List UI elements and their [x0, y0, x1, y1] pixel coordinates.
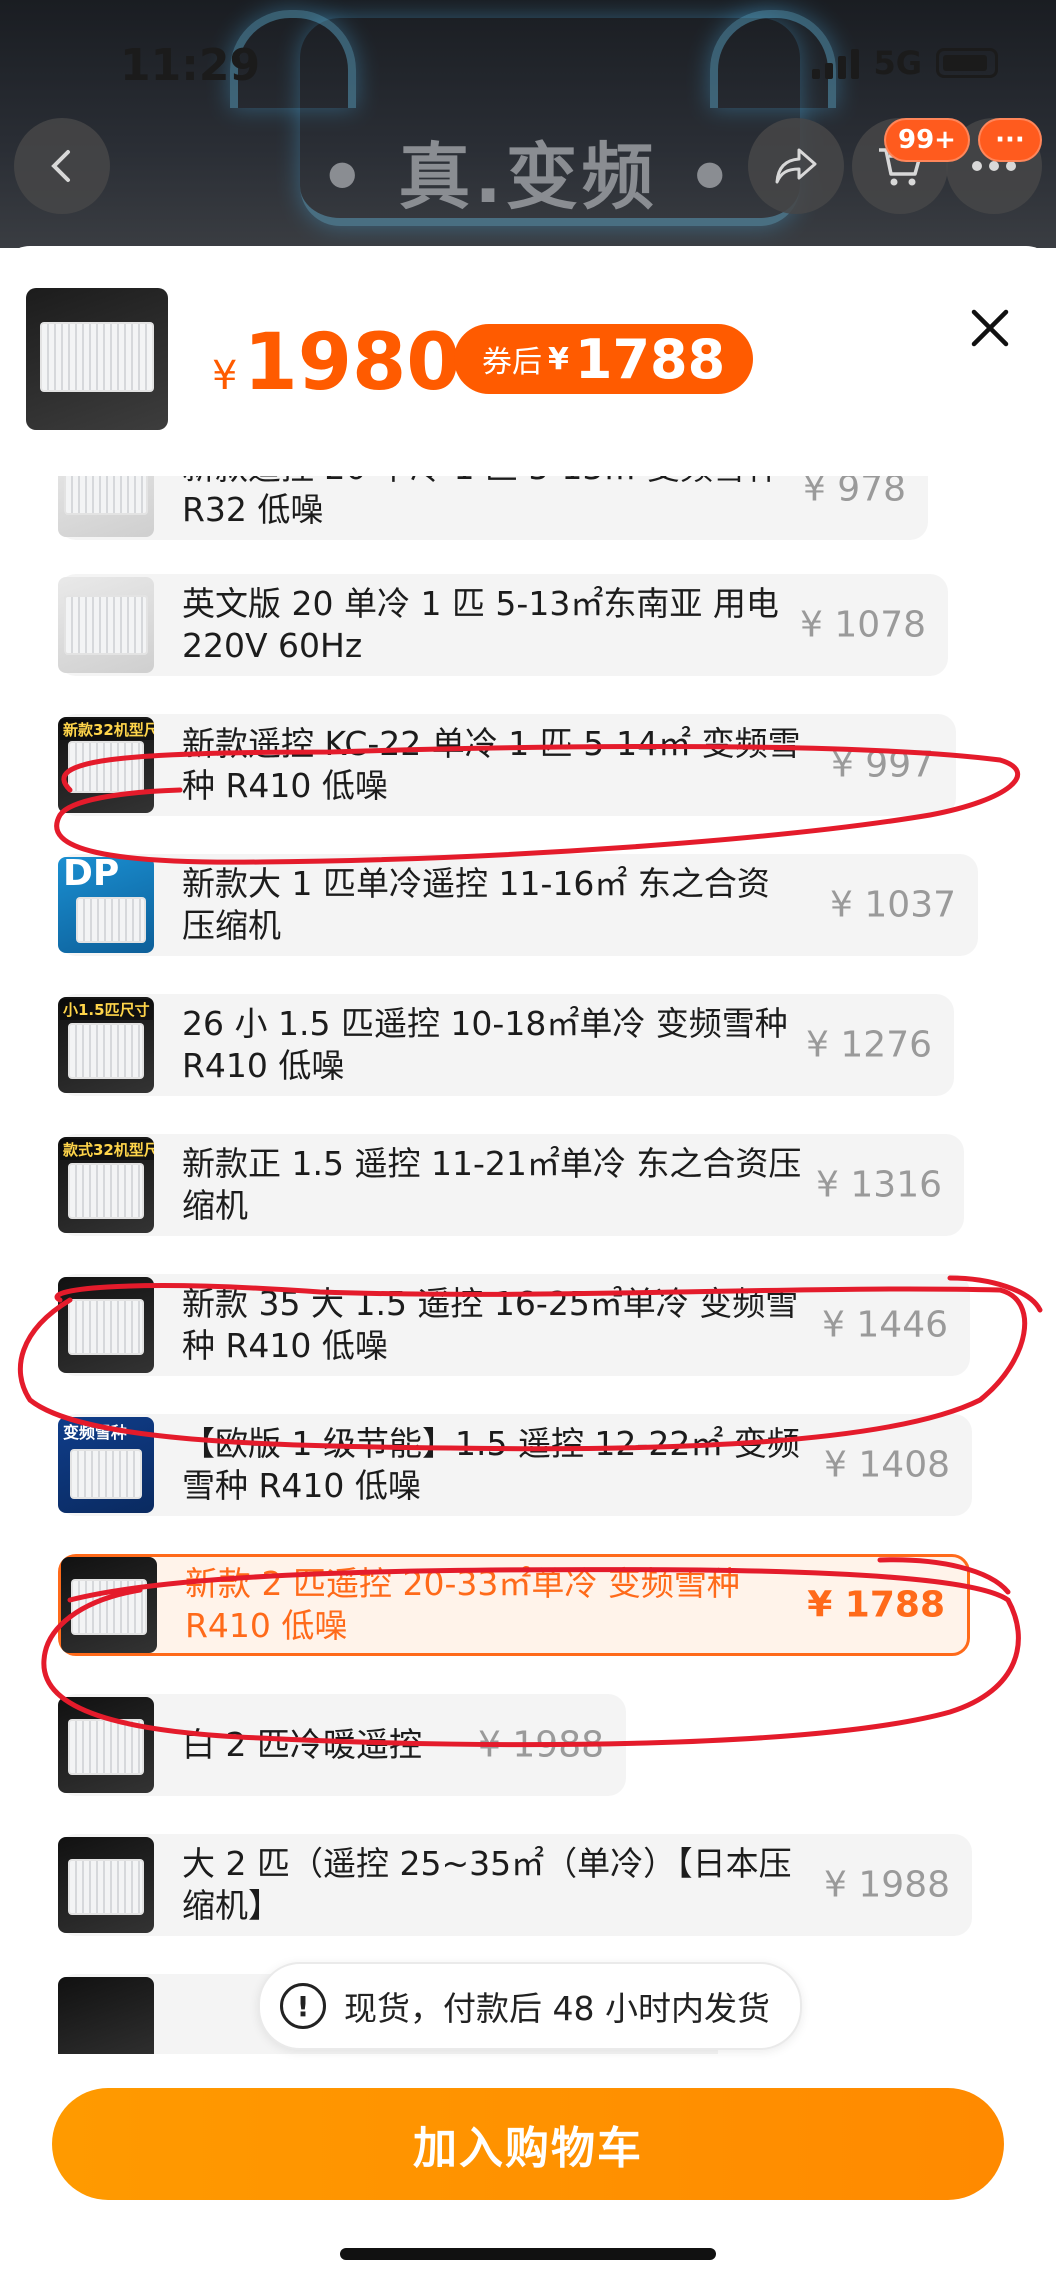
cart-badge: 99+ [884, 118, 970, 162]
sku-price: ¥ 1408 [824, 1444, 950, 1486]
sku-option[interactable]: 新款32机型尺寸 新款遥控 KC-22 单冷 1 匹 5-14㎡ 变频雪种 R4… [58, 714, 956, 816]
sku-option[interactable]: 新款 35 大 1.5 遥控 16-25㎡单冷 变频雪种 R410 低噪 ¥ 1… [58, 1274, 970, 1376]
sku-price: ¥ 1276 [806, 1024, 932, 1066]
sku-thumbnail: DP [58, 857, 154, 953]
sku-price: ¥ 1788 [807, 1584, 945, 1626]
product-hero-header: • 真.变频 • 11:29 5G 99+ ··· [0, 0, 1056, 248]
sku-price: ¥ 978 [802, 476, 906, 510]
status-indicators: 5G [812, 44, 998, 82]
sku-name: 白 2 匹冷暖遥控 [182, 1725, 422, 1764]
coupon-price-badge: 券后 ¥ 1788 [454, 324, 754, 394]
close-button[interactable] [960, 298, 1020, 358]
sku-thumbnail [58, 1977, 154, 2054]
sku-name: 新款 35 大 1.5 遥控 16-25㎡单冷 变频雪种 R410 低噪 [182, 1284, 799, 1365]
battery-icon [936, 48, 998, 78]
sku-name: 【欧版 1 级节能】1.5 遥控 12-22㎡ 变频雪种 R410 低噪 [182, 1424, 800, 1505]
sku-option[interactable]: DP 新款大 1 匹单冷遥控 11-16㎡ 东之合资压缩机 ¥ 1037 [58, 854, 978, 956]
signal-icon [812, 47, 860, 79]
sku-name: 新款正 1.5 遥控 11-21㎡单冷 东之合资压缩机 [182, 1144, 802, 1225]
sku-option[interactable]: 英文版 20 单冷 1 匹 5-13㎡东南亚 用电 220V 60Hz ¥ 10… [58, 574, 948, 676]
sku-option-selected[interactable]: 新款 2 匹遥控 20-33㎡单冷 变频雪种 R410 低噪 ¥ 1788 [58, 1554, 970, 1656]
sku-thumbnail: 款式32机型尺寸 [58, 1137, 154, 1233]
sku-thumbnail [58, 1697, 154, 1793]
sku-price: ¥ 997 [830, 744, 934, 786]
sku-thumbnail: 变频雪种 [58, 1417, 154, 1513]
sku-thumbnail [58, 476, 154, 537]
shipping-toast: ! 现货，付款后 48 小时内发货 [258, 1962, 802, 2050]
sku-option[interactable]: 变频雪种 【欧版 1 级节能】1.5 遥控 12-22㎡ 变频雪种 R410 低… [58, 1414, 972, 1516]
product-price: ¥ 1980 [212, 318, 461, 408]
coupon-price: 1788 [574, 327, 726, 391]
share-button[interactable] [748, 118, 844, 214]
sku-thumbnail [58, 577, 154, 673]
sku-price: ¥ 1988 [824, 1864, 950, 1906]
status-time: 11:29 [120, 40, 261, 91]
sku-name: 新款遥控 20 单冷 1 匹 5-13㎡ 变频雪种 R32 低噪 [182, 476, 779, 529]
sku-price: ¥ 1988 [478, 1724, 604, 1766]
price-currency: ¥ [212, 353, 238, 399]
toast-text: 现货，付款后 48 小时内发货 [344, 1989, 770, 2028]
sku-option-list[interactable]: 新款遥控 20 单冷 1 匹 5-13㎡ 变频雪种 R32 低噪 ¥ 978 英… [0, 476, 1056, 2054]
sku-name: 英文版 20 单冷 1 匹 5-13㎡东南亚 用电 220V 60Hz [182, 584, 779, 665]
sku-name: 新款 2 匹遥控 20-33㎡单冷 变频雪种 R410 低噪 [185, 1564, 740, 1645]
sku-thumbnail [61, 1557, 157, 1653]
more-badge: ··· [978, 118, 1042, 162]
product-thumbnail[interactable] [26, 288, 168, 430]
network-type: 5G [873, 44, 922, 82]
sku-option[interactable]: 款式32机型尺寸 新款正 1.5 遥控 11-21㎡单冷 东之合资压缩机 ¥ 1… [58, 1134, 964, 1236]
sku-option[interactable]: 新款遥控 20 单冷 1 匹 5-13㎡ 变频雪种 R32 低噪 ¥ 978 [58, 476, 928, 540]
add-to-cart-button[interactable]: 加入购物车 [52, 2088, 1004, 2200]
sku-thumbnail [58, 1277, 154, 1373]
sku-price: ¥ 1037 [830, 884, 956, 926]
sku-price: ¥ 1078 [800, 604, 926, 646]
sku-price: ¥ 1316 [816, 1164, 942, 1206]
coupon-currency: ¥ [548, 341, 569, 377]
sku-price: ¥ 1446 [822, 1304, 948, 1346]
sku-thumbnail: 新款32机型尺寸 [58, 717, 154, 813]
sku-name: 新款遥控 KC-22 单冷 1 匹 5-14㎡ 变频雪种 R410 低噪 [182, 724, 801, 805]
home-indicator [340, 2248, 716, 2260]
chevron-left-icon [51, 150, 70, 182]
back-button[interactable] [14, 118, 110, 214]
sku-thumbnail [58, 1837, 154, 1933]
sku-option[interactable]: 白 2 匹冷暖遥控 ¥ 1988 [58, 1694, 626, 1796]
info-icon: ! [280, 1983, 326, 2029]
price-value: 1980 [243, 318, 461, 408]
share-icon [775, 148, 817, 184]
sku-option[interactable]: 小1.5匹尺寸 26 小 1.5 匹遥控 10-18㎡单冷 变频雪种 R410 … [58, 994, 954, 1096]
coupon-label: 券后 [482, 345, 542, 380]
sku-name: 大 2 匹（遥控 25~35㎡（单冷）【日本压缩机】 [182, 1844, 792, 1925]
sku-name: 26 小 1.5 匹遥控 10-18㎡单冷 变频雪种 R410 低噪 [182, 1004, 788, 1085]
sku-thumbnail: 小1.5匹尺寸 [58, 997, 154, 1093]
close-icon [971, 309, 1009, 347]
sku-name: 新款大 1 匹单冷遥控 11-16㎡ 东之合资压缩机 [182, 864, 770, 945]
sku-option[interactable]: 大 2 匹（遥控 25~35㎡（单冷）【日本压缩机】 ¥ 1988 [58, 1834, 972, 1936]
